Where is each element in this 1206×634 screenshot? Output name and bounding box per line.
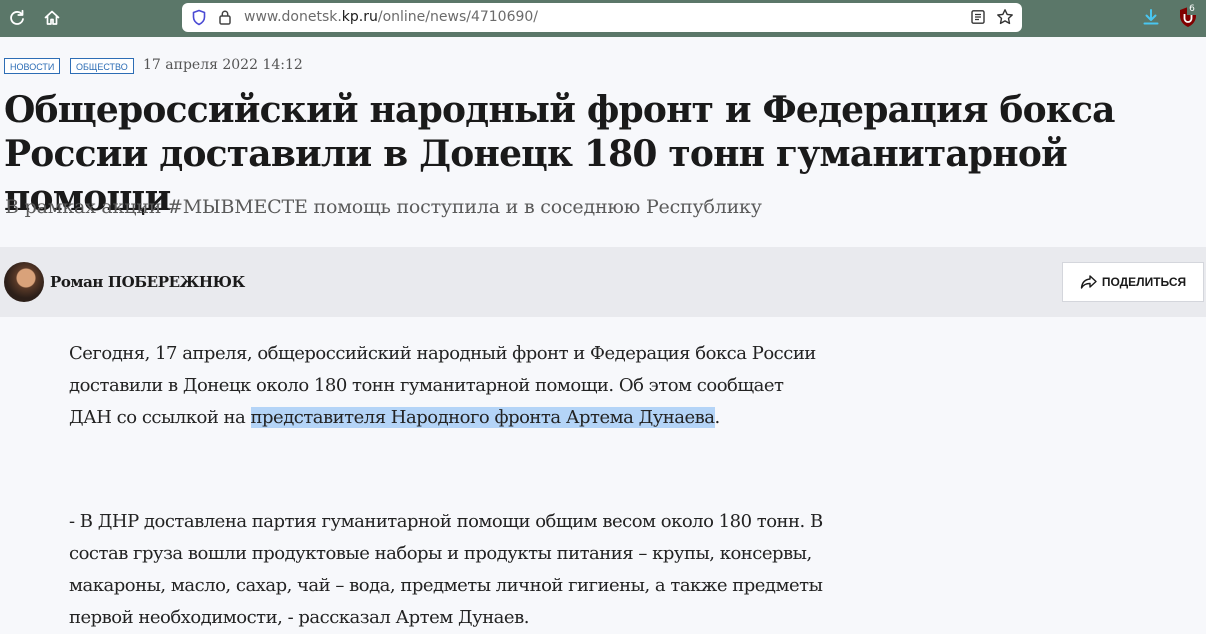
download-icon[interactable]: [1141, 7, 1161, 31]
home-icon[interactable]: [41, 7, 63, 29]
tag-society[interactable]: ОБЩЕСТВО: [70, 58, 134, 74]
publish-date: 17 апреля 2022 14:12: [143, 57, 303, 73]
paragraph-text: .: [714, 407, 721, 428]
bookmark-star-icon[interactable]: [996, 8, 1014, 30]
author-bar: Роман ПОБЕРЕЖНЮК ПОДЕЛИТЬСЯ: [0, 247, 1206, 317]
tracking-protection-icon[interactable]: [191, 9, 207, 30]
browser-toolbar: www.donetsk.kp.ru/online/news/4710690/ 6: [0, 0, 1206, 37]
url-prefix: www.donetsk.: [244, 9, 342, 25]
article-paragraph-1: Сегодня, 17 апреля, общероссийский народ…: [69, 338, 829, 434]
article-subtitle: В рамках акции #МЫВМЕСТЕ помощь поступил…: [5, 196, 762, 218]
source-link[interactable]: представителя Народного фронта Артема Ду…: [250, 407, 715, 428]
article-paragraph-2: - В ДНР доставлена партия гуманитарной п…: [69, 511, 823, 628]
share-arrow-icon: [1080, 275, 1097, 289]
url-path: /online/news/4710690/: [377, 9, 539, 25]
reload-icon[interactable]: [6, 7, 28, 29]
lock-icon[interactable]: [218, 9, 232, 29]
tag-news[interactable]: НОВОСТИ: [4, 58, 61, 74]
extension-badge: 6: [1187, 3, 1197, 15]
url-text[interactable]: www.donetsk.kp.ru/online/news/4710690/: [244, 9, 538, 25]
author-name[interactable]: Роман ПОБЕРЕЖНЮК: [50, 273, 245, 291]
url-host: kp.ru: [341, 9, 378, 25]
share-button[interactable]: ПОДЕЛИТЬСЯ: [1062, 262, 1204, 302]
address-bar[interactable]: www.donetsk.kp.ru/online/news/4710690/: [182, 3, 1022, 32]
author-avatar[interactable]: [4, 262, 44, 302]
share-label: ПОДЕЛИТЬСЯ: [1101, 275, 1187, 289]
reader-view-icon[interactable]: [970, 9, 986, 29]
